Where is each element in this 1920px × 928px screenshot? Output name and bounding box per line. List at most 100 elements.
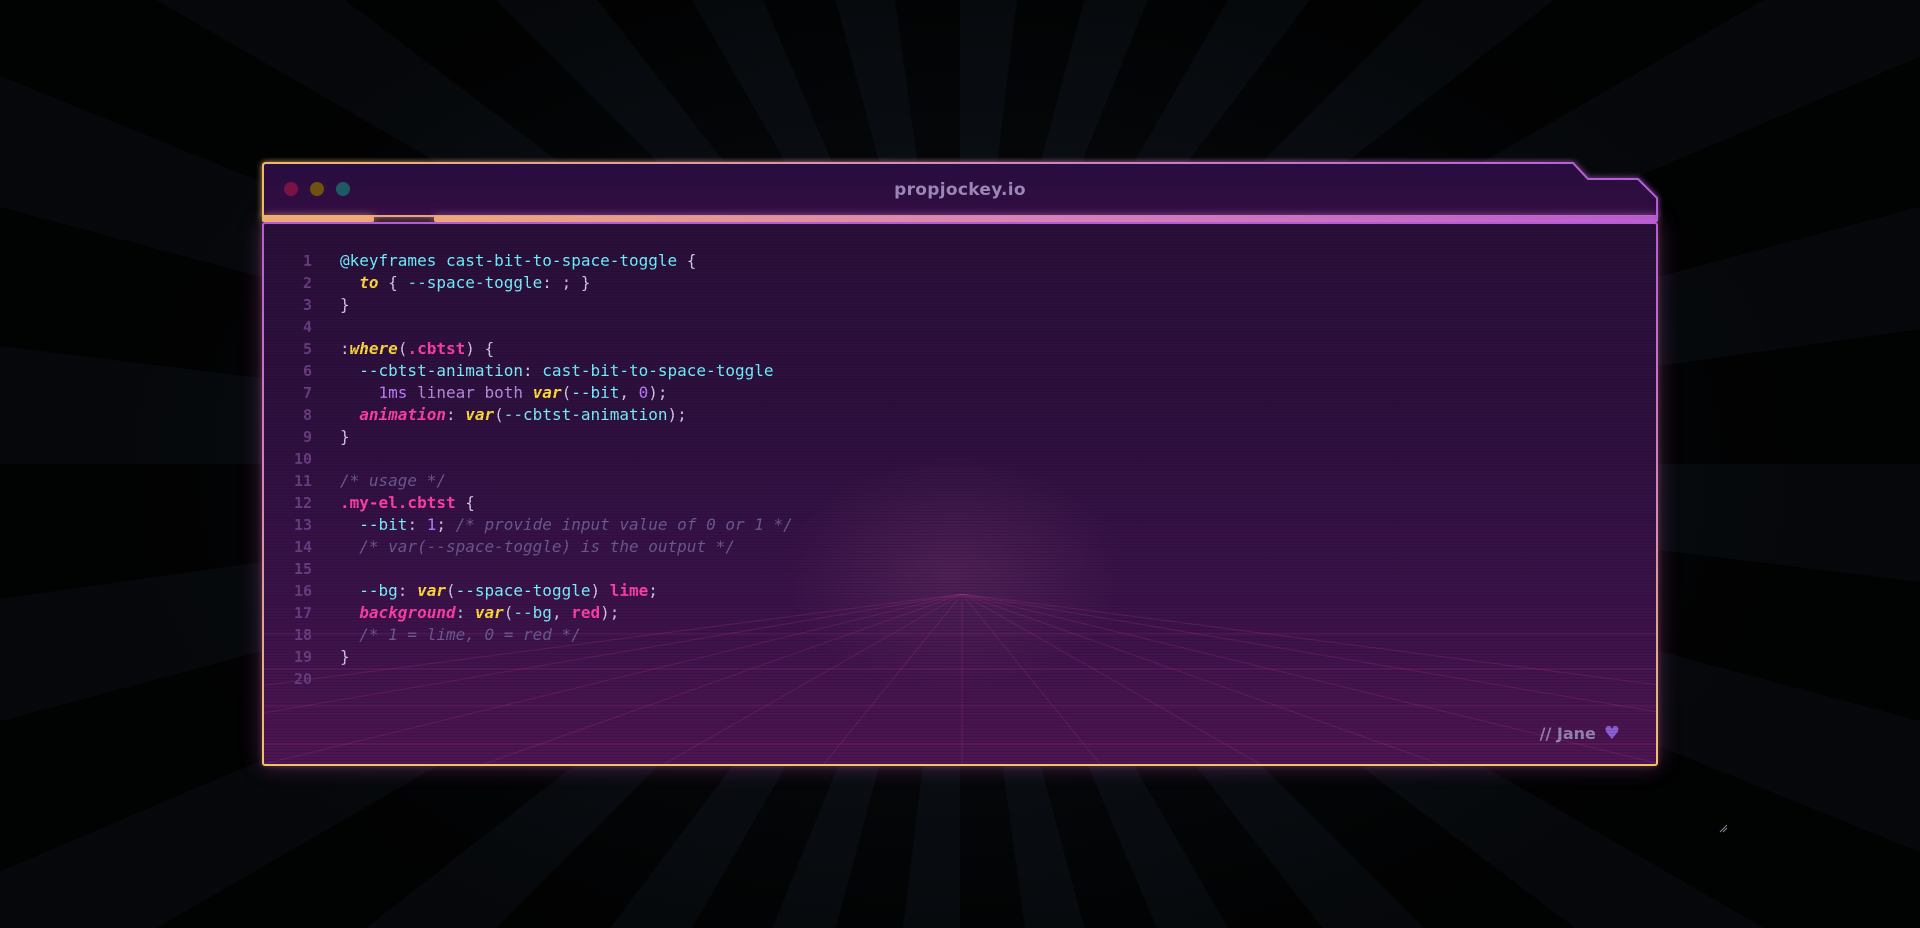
code-line: 6 --cbtst-animation: cast-bit-to-space-t… bbox=[284, 360, 793, 382]
line-number: 14 bbox=[293, 538, 312, 556]
code-token: lime bbox=[609, 581, 649, 600]
code-token: /* usage */ bbox=[340, 471, 446, 490]
line-number: 18 bbox=[293, 626, 312, 644]
code-line: 11 /* usage */ bbox=[284, 470, 793, 492]
code-token: ( bbox=[503, 603, 514, 622]
code-token: var bbox=[417, 581, 446, 600]
code-token: } bbox=[340, 647, 350, 666]
code-token: var bbox=[465, 405, 495, 424]
code-line: 15 bbox=[284, 558, 793, 580]
code-token: 1ms bbox=[378, 383, 408, 402]
line-number: 3 bbox=[302, 296, 312, 314]
code-token: , bbox=[551, 603, 572, 622]
code-line: 5: where(.cbtst) { bbox=[284, 338, 793, 360]
line-number: 15 bbox=[293, 560, 312, 578]
code-token: : bbox=[397, 581, 418, 600]
line-number: 2 bbox=[302, 274, 312, 292]
code-token: cast-bit-to-space-toggle bbox=[445, 251, 678, 270]
code-line: 19} bbox=[284, 646, 793, 668]
code-line: 18 /* 1 = lime, 0 = red */ bbox=[284, 624, 793, 646]
code-line: 8 animation: var(--cbtst-animation); bbox=[284, 404, 793, 426]
line-number: 16 bbox=[293, 582, 312, 600]
code-line: 2 to { --space-toggle: ; } bbox=[284, 272, 793, 294]
code-token: @keyframes bbox=[340, 251, 437, 270]
code-token: , bbox=[619, 383, 639, 402]
code-token: ( bbox=[397, 339, 408, 358]
code-line: 16 --bg: var(--space-toggle) lime; bbox=[284, 580, 793, 602]
code-token: linear both bbox=[407, 383, 533, 402]
code-token: ( bbox=[494, 405, 504, 424]
code-token: ) { bbox=[465, 339, 495, 358]
line-number: 20 bbox=[293, 670, 312, 688]
code-token: /* provide input value of 0 or 1 */ bbox=[455, 515, 793, 534]
code-line: 1 @keyframes cast-bit-to-space-toggle { bbox=[284, 250, 793, 272]
code-line: 4 bbox=[284, 316, 793, 338]
code-token: --bg bbox=[359, 581, 398, 600]
code-line: 20 bbox=[284, 668, 793, 690]
code-token: /* var(--space-toggle) is the output */ bbox=[359, 537, 735, 556]
resize-handle-icon[interactable] bbox=[1718, 823, 1728, 833]
line-number: 12 bbox=[293, 494, 312, 512]
editor-body: 1 @keyframes cast-bit-to-space-toggle {2 … bbox=[262, 222, 1658, 766]
code-token: { bbox=[677, 251, 697, 270]
code-token: ; bbox=[648, 581, 658, 600]
code-token: : bbox=[340, 339, 350, 358]
code-token: : bbox=[523, 361, 543, 380]
line-number: 11 bbox=[293, 472, 312, 490]
code-token: --cbtst-animation bbox=[359, 361, 524, 380]
code-token: .cbtst bbox=[407, 339, 466, 358]
line-number: 10 bbox=[293, 450, 312, 468]
code-line: 3} bbox=[284, 294, 793, 316]
code-token: ; bbox=[436, 515, 456, 534]
title-bar: propjockey.io bbox=[262, 162, 1658, 218]
code-line: 13 --bit: 1; /* provide input value of 0… bbox=[284, 514, 793, 536]
code-token: var bbox=[532, 383, 562, 402]
code-token: ); bbox=[667, 405, 687, 424]
code-line: 9} bbox=[284, 426, 793, 448]
code-token: animation bbox=[359, 405, 446, 424]
code-token: : bbox=[445, 405, 466, 424]
code-token: var bbox=[474, 603, 504, 622]
code-token: : bbox=[407, 515, 427, 534]
code-token: --bit bbox=[571, 383, 620, 402]
line-number: 5 bbox=[302, 340, 312, 358]
line-number: 4 bbox=[302, 318, 312, 336]
code-token: red bbox=[571, 603, 601, 622]
code-token: --bg bbox=[513, 603, 552, 622]
code-token: ( bbox=[561, 383, 572, 402]
code-token: : ; } bbox=[542, 273, 591, 292]
code-token: ); bbox=[600, 603, 620, 622]
code-token: ); bbox=[648, 383, 668, 402]
code-token: --space-toggle bbox=[407, 273, 543, 292]
code-block[interactable]: 1 @keyframes cast-bit-to-space-toggle {2 … bbox=[284, 250, 793, 690]
code-line: 17 background: var(--bg, red); bbox=[284, 602, 793, 624]
code-token: /* 1 = lime, 0 = red */ bbox=[359, 625, 581, 644]
code-token: 1 bbox=[426, 515, 437, 534]
line-number: 6 bbox=[302, 362, 312, 380]
code-line: 12 .my-el.cbtst { bbox=[284, 492, 793, 514]
code-token: --cbtst-animation bbox=[503, 405, 668, 424]
code-token: where bbox=[349, 339, 398, 358]
line-number: 8 bbox=[302, 406, 312, 424]
signature: // Jane ♥ bbox=[1540, 723, 1620, 744]
code-line: 10 bbox=[284, 448, 793, 470]
code-line: 14 /* var(--space-toggle) is the output … bbox=[284, 536, 793, 558]
code-token: ( bbox=[445, 581, 456, 600]
code-token: : bbox=[455, 603, 475, 622]
line-number: 19 bbox=[293, 648, 312, 666]
line-number: 13 bbox=[293, 516, 312, 534]
line-number: 9 bbox=[302, 428, 312, 446]
code-token: --space-toggle bbox=[455, 581, 591, 600]
code-token: } bbox=[340, 427, 350, 446]
window-title: propjockey.io bbox=[894, 180, 1026, 200]
heart-icon: ♥ bbox=[1603, 723, 1620, 744]
